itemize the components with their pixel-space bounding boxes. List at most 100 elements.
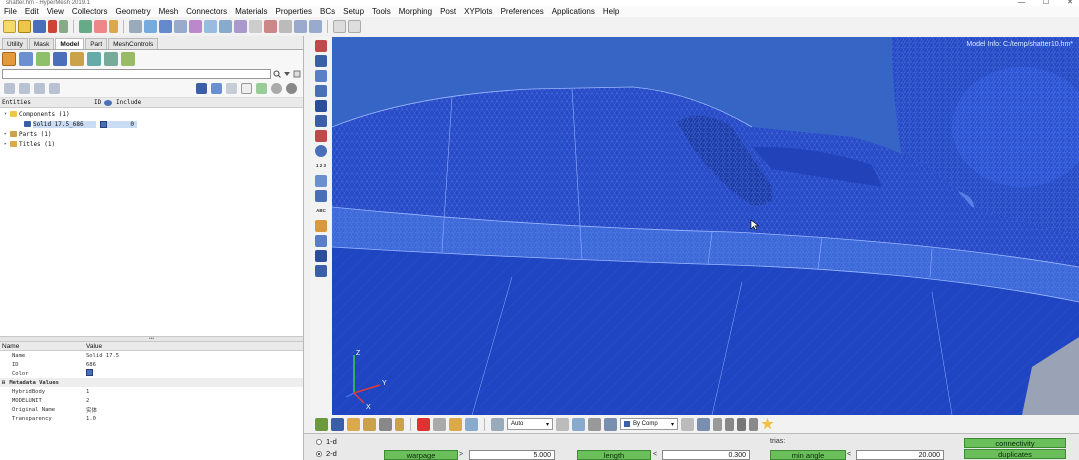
reverse-display-icon[interactable] (256, 83, 267, 94)
import-icon[interactable] (48, 19, 57, 33)
menu-materials[interactable]: Materials (231, 7, 271, 16)
menu-morphing[interactable]: Morphing (395, 7, 436, 16)
auto-mode-icon[interactable] (491, 417, 504, 431)
menu-post[interactable]: Post (436, 7, 460, 16)
filter-icon[interactable] (49, 83, 60, 94)
graphics-viewport[interactable]: Model Info: C:/temp/shatter10.hm* Z Y X (332, 37, 1079, 415)
hand-pan-icon[interactable] (249, 19, 262, 33)
component-view-icon[interactable] (2, 52, 16, 66)
set-icon[interactable] (121, 52, 135, 66)
warpage-value-field[interactable]: 5.000 (469, 450, 555, 460)
pan-view-icon[interactable] (159, 19, 172, 33)
tab-part[interactable]: Part (85, 38, 108, 49)
length-button[interactable]: length (577, 450, 651, 460)
rotate-right-icon[interactable] (309, 19, 322, 33)
node-icon[interactable] (315, 190, 327, 202)
wireframe-icon[interactable] (681, 417, 694, 431)
redo-icon[interactable] (348, 19, 361, 33)
normals-icon[interactable] (315, 115, 327, 127)
menu-mesh[interactable]: Mesh (155, 7, 183, 16)
radio-2d[interactable]: 2-d (316, 449, 337, 458)
property-value[interactable]: 实体 (86, 406, 303, 414)
center-icon[interactable] (279, 19, 292, 33)
export-icon[interactable] (59, 19, 68, 33)
property-section[interactable]: ⊟ Metadata Values (0, 378, 303, 387)
unmask-icon[interactable] (315, 85, 327, 97)
min-angle-value-field[interactable]: 20.000 (856, 450, 944, 460)
iso-view-icon[interactable] (189, 19, 202, 33)
component-color-swatch[interactable] (100, 120, 107, 128)
menu-help[interactable]: Help (599, 7, 623, 16)
component-color-icon[interactable] (94, 19, 107, 33)
edge-display-icon[interactable] (725, 417, 734, 431)
menu-bcs[interactable]: BCs (316, 7, 339, 16)
duplicates-button[interactable]: duplicates (964, 449, 1066, 459)
fit-view-icon[interactable] (174, 19, 187, 33)
menu-geometry[interactable]: Geometry (111, 7, 154, 16)
load-browser-icon[interactable] (363, 417, 376, 431)
color-mode-dropdown[interactable]: By Comp ▾ (620, 418, 678, 430)
menu-tools[interactable]: Tools (368, 7, 395, 16)
menu-connectors[interactable]: Connectors (182, 7, 231, 16)
radio-2d-dot[interactable] (316, 450, 322, 457)
property-value[interactable] (86, 369, 303, 378)
delete-icon[interactable] (417, 417, 430, 431)
property-value[interactable]: 1 (86, 389, 303, 395)
tab-model[interactable]: Model (55, 38, 85, 49)
length-value-field[interactable]: 0.300 (662, 450, 750, 460)
mask-icon[interactable] (315, 70, 327, 82)
color-swatch[interactable] (86, 369, 93, 376)
tab-mask[interactable]: Mask (28, 38, 55, 49)
spin-icon[interactable] (264, 19, 277, 33)
side-view-icon[interactable] (234, 19, 247, 33)
tree-item[interactable]: Solid 17.5_686 0 (0, 119, 303, 129)
zoom-window-icon[interactable] (129, 19, 142, 33)
feature-lines-icon[interactable] (713, 417, 722, 431)
assembly-browser-icon[interactable] (331, 417, 344, 431)
search-options-icon[interactable] (293, 70, 301, 78)
transform-icon[interactable] (465, 417, 478, 431)
menu-xyplots[interactable]: XYPlots (460, 7, 496, 16)
sort-icon[interactable] (34, 83, 45, 94)
penetration-icon[interactable] (315, 235, 327, 247)
radio-1d[interactable]: 1-d (316, 437, 337, 446)
menu-preferences[interactable]: Preferences (497, 7, 548, 16)
property-value[interactable]: Solid 17.5 (86, 353, 303, 359)
front-view-icon[interactable] (219, 19, 232, 33)
tab-utility[interactable]: Utility (2, 38, 28, 49)
section-collapse-icon[interactable]: ⊟ (2, 380, 5, 386)
new-file-icon[interactable] (3, 19, 16, 33)
display-elements-icon[interactable] (315, 40, 327, 52)
component-browser-icon[interactable] (315, 417, 328, 431)
min-angle-button[interactable]: min angle (770, 450, 846, 460)
entity-state-icon[interactable] (379, 417, 392, 431)
tree-item[interactable]: ▾ Components (1) (0, 109, 303, 119)
property-value[interactable]: 1.0 (86, 416, 303, 422)
collapse-all-icon[interactable] (19, 83, 30, 94)
system-icon[interactable] (87, 52, 101, 66)
label-abc-icon[interactable]: ABC (315, 205, 327, 217)
select-arrow-icon[interactable] (241, 83, 252, 94)
display-geom-icon[interactable] (315, 55, 327, 67)
star-favorite-icon[interactable] (761, 417, 774, 430)
property-value[interactable]: 2 (86, 398, 303, 404)
find-icon[interactable] (315, 100, 327, 112)
menu-edit[interactable]: Edit (21, 7, 43, 16)
assembly-icon[interactable] (19, 52, 33, 66)
isolate-icon[interactable] (226, 83, 237, 94)
quality-index-icon[interactable] (315, 220, 327, 232)
collector-icon[interactable] (79, 19, 92, 33)
measure-icon[interactable] (315, 175, 327, 187)
section-cut-icon[interactable] (749, 417, 758, 431)
tab-meshcontrols[interactable]: MeshControls (108, 38, 159, 49)
tree-item[interactable]: ▸ Titles (1) (0, 139, 303, 149)
set-browser-icon[interactable] (395, 417, 404, 431)
menu-view[interactable]: View (43, 7, 68, 16)
menu-file[interactable]: File (0, 7, 21, 16)
top-view-icon[interactable] (204, 19, 217, 33)
auto-dropdown[interactable]: Auto ▾ (507, 418, 553, 430)
include-icon[interactable] (104, 52, 118, 66)
numbering-icon[interactable]: 1 2 3 (315, 160, 327, 172)
show-all-eye-icon[interactable] (271, 83, 282, 94)
menu-applications[interactable]: Applications (548, 7, 599, 16)
